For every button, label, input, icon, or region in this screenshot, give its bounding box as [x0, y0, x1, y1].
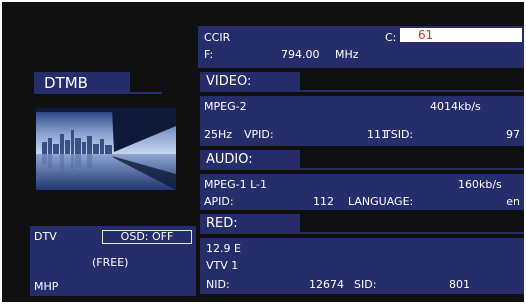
- tv-screen: CCIR C: 61 F: 794.00 MHz DTMB DTV OSD: O…: [2, 2, 524, 302]
- audio-codec: MPEG-1 L-1: [204, 178, 267, 191]
- osd-toggle[interactable]: OSD: OFF: [102, 230, 192, 244]
- apid-label: APID:: [204, 195, 234, 208]
- video-codec: MPEG-2: [204, 100, 247, 113]
- video-preview-image: [36, 108, 176, 190]
- network-section-title: RED:: [200, 214, 300, 234]
- encryption-label: (FREE): [92, 256, 129, 269]
- channel-label: C:: [385, 31, 397, 44]
- apid-value: 112: [313, 195, 334, 208]
- channel-field[interactable]: 61: [400, 28, 522, 42]
- language-label: LANGUAGE:: [348, 195, 414, 208]
- sid-value: 801: [449, 278, 470, 291]
- tsid-value: 97: [506, 128, 520, 141]
- video-title-line: [200, 90, 524, 92]
- channel-value: 61: [418, 28, 434, 42]
- video-section-title: VIDEO:: [200, 72, 300, 92]
- vpid-label: VPID:: [244, 128, 274, 141]
- audio-bitrate: 160kb/s: [458, 178, 502, 191]
- mode-label: DTMB: [34, 72, 130, 94]
- audio-section-title: AUDIO:: [200, 150, 300, 170]
- language-value: en: [506, 195, 520, 208]
- vpid-value: 111: [367, 128, 388, 141]
- frequency-label: F:: [204, 48, 214, 61]
- satellite-position: 12.9 E: [206, 242, 241, 255]
- video-bitrate: 4014kb/s: [430, 100, 481, 113]
- nid-value: 12674: [309, 278, 344, 291]
- standard-label: CCIR: [204, 31, 231, 44]
- video-frame-rate: 25Hz: [204, 128, 233, 141]
- tsid-label: TSID:: [384, 128, 414, 141]
- osd-label: OSD: OFF: [120, 230, 174, 243]
- audio-title-line: [200, 168, 524, 170]
- mhp-label: MHP: [34, 280, 59, 293]
- sid-label: SID:: [354, 278, 377, 291]
- dtv-label: DTV: [34, 230, 57, 243]
- nid-label: NID:: [206, 278, 230, 291]
- service-name: VTV 1: [206, 259, 239, 272]
- mode-underline: [34, 92, 162, 94]
- network-title-line: [200, 232, 524, 234]
- frequency-unit: MHz: [335, 48, 359, 61]
- frequency-value: 794.00: [281, 48, 320, 61]
